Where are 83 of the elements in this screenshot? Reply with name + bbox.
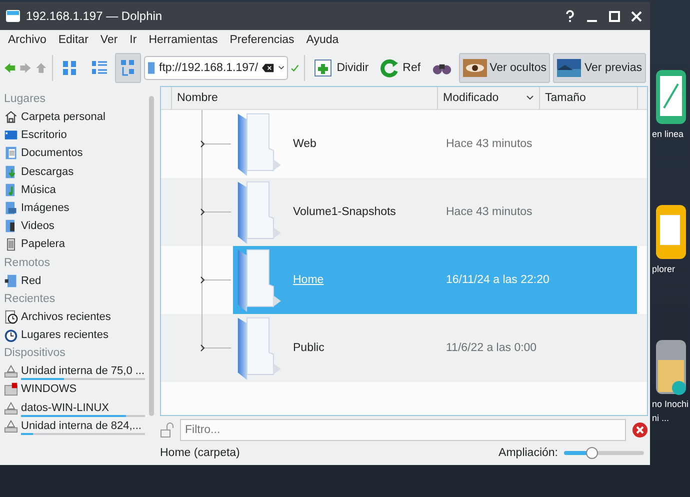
sidebar-item[interactable]: Escritorio (4, 126, 147, 144)
file-name: Home (293, 274, 325, 286)
modified-date: 16/11/24 a las 22:20 (446, 274, 550, 286)
modified-date: 11/6/22 a las 0:00 (446, 342, 537, 354)
dropdown-caret-icon[interactable] (278, 65, 284, 71)
trash-icon (4, 237, 18, 252)
sidebar-item[interactable]: Archivos recientes (4, 308, 147, 326)
file-name: Web (293, 138, 318, 150)
menu-item[interactable]: Herramientas (142, 34, 224, 46)
drive-icon (4, 382, 18, 396)
section-heading: Dispositivos (4, 346, 66, 362)
reload-button[interactable]: Ref (376, 53, 425, 83)
filter-field[interactable]: Filtro... (180, 419, 626, 441)
clear-icon[interactable] (632, 422, 648, 438)
drive-icon (4, 400, 18, 415)
file-name: Volume1-Snapshots (293, 206, 397, 218)
sidebar-item[interactable]: WINDOWS (4, 380, 147, 398)
scrollbar[interactable] (149, 96, 154, 416)
desktop-label: no Inochi (652, 398, 690, 410)
desktop-label: en linea (652, 128, 685, 140)
desktop-icon (4, 128, 18, 142)
preview-button[interactable]: Ver previas (553, 53, 646, 83)
split-view-icon (314, 58, 334, 78)
sidebar-item[interactable]: Música (4, 180, 147, 199)
split-button[interactable]: Dividir (310, 53, 373, 83)
section-heading: Remotos (4, 256, 52, 270)
sidebar-item[interactable]: Red (4, 272, 147, 290)
network-icon (4, 274, 18, 288)
menu-item[interactable]: Ir (124, 34, 143, 46)
maximize-button[interactable] (606, 8, 622, 24)
documents-icon (4, 146, 18, 160)
modified-date: Hace 43 minutos (446, 138, 532, 150)
lock-icon[interactable] (160, 422, 174, 438)
minimize-icon (587, 20, 597, 22)
sidebar-item[interactable]: Carpeta personal (4, 108, 147, 126)
reload-icon (380, 58, 400, 78)
column-header[interactable]: Nombre (172, 87, 438, 109)
zoom-thumb[interactable] (586, 447, 598, 459)
section-heading: Recientes (4, 292, 56, 307)
file-name: Public (293, 342, 326, 354)
zoom-label: Ampliación: (498, 447, 558, 459)
sidebar-item[interactable]: Imágenes (4, 198, 147, 218)
desktop-label: plorer (652, 263, 676, 275)
eye-icon (462, 59, 487, 77)
clock-icon (4, 328, 18, 342)
landscape-icon (557, 59, 582, 77)
menu-item[interactable]: Ver (94, 34, 124, 46)
images-icon (4, 201, 18, 216)
modified-date: Hace 43 minutos (446, 206, 532, 218)
sort-caret-icon[interactable] (526, 95, 534, 101)
menu-item[interactable]: Editar (52, 34, 94, 46)
sidebar-item[interactable]: Lugares recientes (4, 326, 147, 344)
sidebar-item[interactable]: Descargas (4, 162, 147, 181)
menu-item[interactable]: Preferencias (224, 34, 300, 46)
column-header[interactable]: Modificado (438, 87, 540, 109)
sidebar-item[interactable]: Papelera (4, 235, 147, 254)
list-icon (90, 59, 108, 77)
column-header[interactable]: Tamaño (540, 87, 638, 109)
view-mode-button[interactable] (115, 53, 142, 83)
recent-files-icon (4, 310, 18, 324)
status-text: Home (carpeta) (160, 447, 240, 459)
sidebar-item[interactable]: Documentos (4, 144, 147, 163)
menu-item[interactable]: Archivo (2, 34, 52, 46)
desktop-label: ni ... (652, 412, 670, 424)
folder-icon (148, 61, 155, 75)
window-icon (6, 10, 20, 22)
location-field[interactable]: ftp://192.168.1.197/ (144, 56, 288, 80)
clear-text-icon[interactable] (262, 63, 274, 73)
section-heading: Lugares (4, 92, 47, 107)
file-row[interactable]: Web Hace 43 minutos (233, 110, 637, 178)
drive-icon (4, 364, 18, 378)
sidebar-item[interactable]: datos-WIN-LINUX (4, 398, 147, 417)
hidden-button[interactable]: Ver ocultos (458, 53, 550, 83)
sidebar-item[interactable]: Videos (4, 217, 147, 236)
drive-icon (4, 418, 18, 433)
folder-icon (235, 248, 281, 312)
downloads-icon (4, 164, 18, 179)
sidebar-item[interactable]: Unidad interna de 824,... (4, 416, 147, 435)
menu-item[interactable]: Ayuda (300, 34, 345, 46)
house-icon (4, 110, 18, 124)
window-title: 192.168.1.197 — Dolphin (26, 9, 164, 23)
folder-icon (235, 112, 281, 176)
sidebar-item[interactable]: Unidad interna de 75,0 ... (4, 362, 147, 380)
